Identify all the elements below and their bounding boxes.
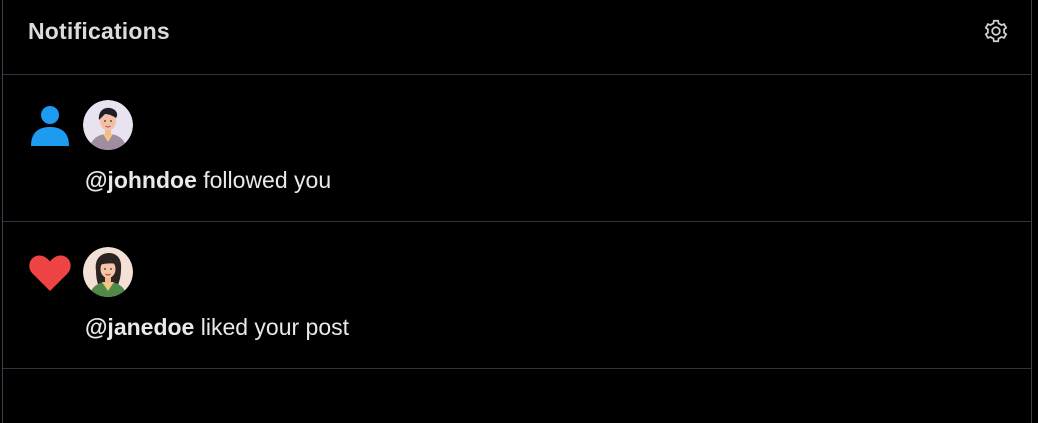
person-icon	[31, 106, 69, 146]
notification-action: followed you	[196, 167, 332, 193]
page-title: Notifications	[28, 18, 170, 44]
heart-icon	[29, 255, 71, 291]
notification-item[interactable]: @johndoe followed you	[3, 75, 1031, 222]
user-handle-link[interactable]: @janedoe	[85, 314, 194, 340]
notifications-panel: Notifications @johndoe followed you @jan…	[2, 0, 1032, 423]
notifications-header: Notifications	[3, 0, 1031, 75]
notification-text: @johndoe followed you	[85, 167, 331, 194]
notification-text: @janedoe liked your post	[85, 314, 349, 341]
notification-action: liked your post	[194, 314, 350, 340]
avatar[interactable]	[83, 100, 133, 150]
gear-icon[interactable]	[983, 18, 1009, 44]
notification-item[interactable]: @janedoe liked your post	[3, 222, 1031, 369]
user-handle-link[interactable]: @johndoe	[85, 167, 197, 193]
avatar[interactable]	[83, 247, 133, 297]
